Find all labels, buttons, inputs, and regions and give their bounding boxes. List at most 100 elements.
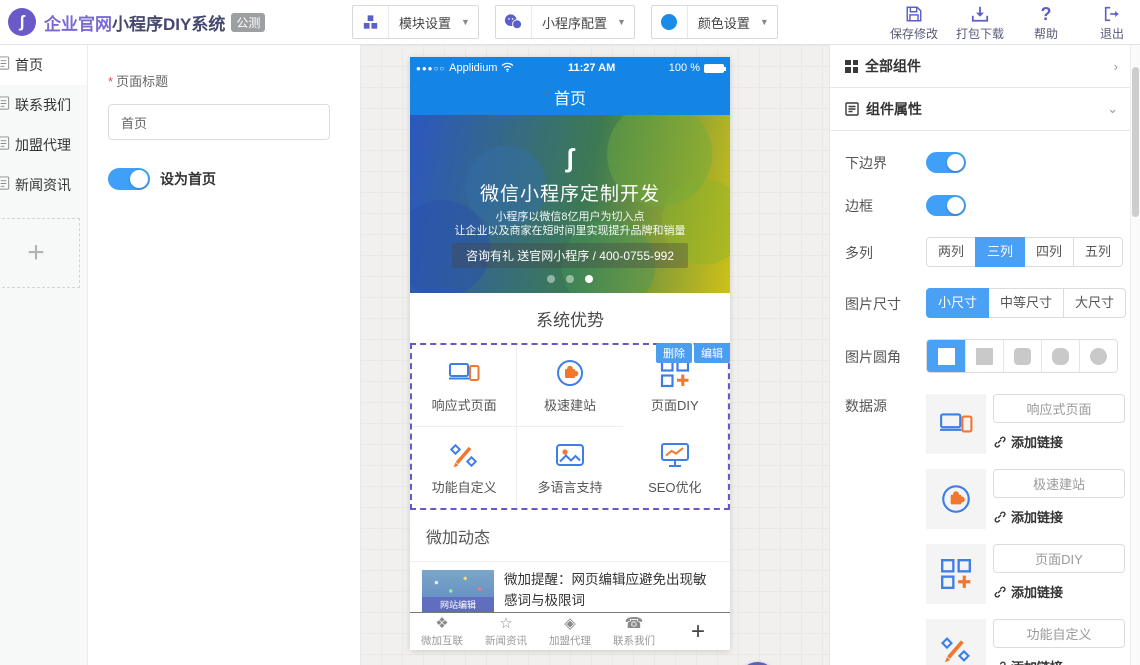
help-button[interactable]: ? 帮助: [1020, 3, 1072, 42]
radius-option-3[interactable]: [1041, 340, 1079, 372]
news-thumbnail: 网站编辑: [422, 570, 494, 612]
tab-label: 微加互联: [421, 633, 463, 648]
datasource-title-input[interactable]: [993, 394, 1125, 423]
exit-icon: [1103, 3, 1121, 23]
plus-icon: +: [691, 624, 705, 640]
feature-cell-seo[interactable]: SEO优化: [623, 427, 728, 509]
tab-contact[interactable]: ☎ 联系我们: [602, 613, 666, 650]
set-homepage-toggle[interactable]: [108, 168, 150, 190]
sidebar-item-contact[interactable]: 联系我们: [0, 85, 87, 125]
radius-option-circle[interactable]: [1079, 340, 1117, 372]
border-toggle[interactable]: [926, 195, 966, 216]
save-label: 保存修改: [890, 25, 938, 42]
app-logo-icon: ʃ: [8, 8, 36, 36]
scrollbar-thumb[interactable]: [1132, 67, 1139, 217]
sidebar-item-news[interactable]: 新闻资讯: [0, 165, 87, 205]
news-item-title: 微加提醒：网页编辑应避免出现敏感词与极限词: [504, 570, 718, 612]
add-page-button[interactable]: +: [0, 218, 80, 288]
carrier-label: Applidium: [449, 62, 497, 74]
feature-cell-custom[interactable]: 功能自定义: [412, 427, 517, 509]
size-option-large[interactable]: 大尺寸: [1063, 288, 1126, 318]
component-props-header[interactable]: 组件属性 ⌄: [830, 88, 1130, 131]
color-settings-dropdown[interactable]: 颜色设置 ▼: [651, 5, 778, 39]
radius-option-2[interactable]: [1003, 340, 1041, 372]
app-title-accent: 企业官网: [44, 15, 112, 34]
delete-component-button[interactable]: 删除: [656, 343, 692, 363]
feature-grid-component-selected[interactable]: 删除 编辑 响应式页面 极速建站 页面DIY: [410, 343, 730, 510]
feature-cell-speed[interactable]: 极速建站: [517, 345, 622, 427]
datasource-list: 添加链接 添加链: [926, 394, 1125, 665]
phone-tab-bar: ❖ 微加互联 ☆ 新闻资讯 ◈ 加盟代理 ☎ 联系我们: [410, 612, 730, 650]
columns-option-5[interactable]: 五列: [1073, 237, 1123, 267]
responsive-page-icon: [926, 394, 986, 454]
border-label: 边框: [845, 194, 926, 216]
download-button[interactable]: 打包下载: [954, 3, 1006, 42]
carousel-dot[interactable]: [547, 275, 555, 283]
phone-nav-bar: 首页: [410, 79, 730, 115]
size-option-small-selected[interactable]: 小尺寸: [926, 288, 989, 318]
feature-cell-multilang[interactable]: 多语言支持: [517, 427, 622, 509]
phone-nav-title: 首页: [554, 85, 586, 109]
banner-slide[interactable]: ʃ 微信小程序定制开发 小程序以微信8亿用户为切入点 让企业以及商家在短时间里实…: [410, 115, 730, 293]
add-link-button[interactable]: 添加链接: [993, 507, 1125, 526]
tab-add-button[interactable]: +: [666, 613, 730, 650]
datasource-title-input[interactable]: [993, 619, 1125, 648]
columns-option-2[interactable]: 两列: [926, 237, 976, 267]
app-title: 企业官网小程序DIY系统: [44, 10, 225, 35]
panel-scrollbar[interactable]: [1130, 45, 1140, 665]
carousel-dot-active[interactable]: [585, 275, 593, 283]
datasource-title-input[interactable]: [993, 469, 1125, 498]
app-title-rest: 小程序DIY系统: [112, 15, 225, 34]
top-header: ʃ 企业官网小程序DIY系统 公测 模块设置 ▼ 小程序配置 ▼: [0, 0, 1140, 45]
set-homepage-label: 设为首页: [160, 169, 216, 189]
datasource-item-custom: 添加链接: [926, 619, 1125, 665]
fast-build-icon: [554, 357, 586, 389]
columns-option-4[interactable]: 四列: [1024, 237, 1074, 267]
datasource-item-speed: 添加链接: [926, 469, 1125, 529]
feature-label: 功能自定义: [432, 477, 497, 496]
image-radius-label: 图片圆角: [845, 345, 926, 367]
status-time: 11:27 AM: [514, 62, 668, 74]
tab-news[interactable]: ☆ 新闻资讯: [474, 613, 538, 650]
bottom-border-toggle[interactable]: [926, 152, 966, 173]
save-icon: [905, 3, 923, 23]
main-area: 首页 联系我们 加盟代理 新闻资讯 +: [0, 45, 1140, 665]
add-link-button[interactable]: 添加链接: [993, 582, 1125, 601]
news-list-item[interactable]: 网站编辑 微加提醒：网页编辑应避免出现敏感词与极限词: [410, 562, 730, 612]
link-icon: [993, 660, 1006, 665]
link-icon: [993, 435, 1006, 448]
radius-option-1[interactable]: [965, 340, 1003, 372]
props-list-icon: [845, 102, 859, 116]
page-doc-icon: [0, 55, 12, 76]
miniprogram-config-dropdown[interactable]: 小程序配置 ▼: [495, 5, 635, 39]
radius-option-0-selected[interactable]: [927, 340, 965, 372]
columns-option-3-selected[interactable]: 三列: [975, 237, 1025, 267]
exit-label: 退出: [1100, 25, 1124, 42]
caret-down-icon: ▼: [760, 17, 769, 27]
phone-status-bar: ●●●○○ Applidium 11:27 AM 100 %: [410, 57, 730, 79]
modules-cubes-icon: [353, 6, 389, 38]
module-settings-dropdown[interactable]: 模块设置 ▼: [352, 5, 479, 39]
page-settings-panel: *页面标题 设为首页: [88, 45, 360, 665]
page-title-label: *页面标题: [108, 71, 340, 90]
tab-agency[interactable]: ◈ 加盟代理: [538, 613, 602, 650]
add-link-button[interactable]: 添加链接: [993, 432, 1125, 451]
add-link-button[interactable]: 添加链接: [993, 657, 1125, 665]
edit-component-button[interactable]: 编辑: [694, 343, 730, 363]
sidebar-item-agency[interactable]: 加盟代理: [0, 125, 87, 165]
carousel-dot[interactable]: [566, 275, 574, 283]
image-size-label: 图片尺寸: [845, 292, 926, 314]
feature-cell-responsive[interactable]: 响应式页面: [412, 345, 517, 427]
tab-label: 新闻资讯: [485, 633, 527, 648]
multi-language-icon: [554, 439, 586, 471]
sidebar-item-home[interactable]: 首页: [0, 45, 87, 85]
bottom-border-row: 下边界: [845, 151, 1130, 173]
wechat-icon: [496, 6, 532, 38]
tab-weijia[interactable]: ❖ 微加互联: [410, 613, 474, 650]
exit-button[interactable]: 退出: [1086, 3, 1138, 42]
save-button[interactable]: 保存修改: [888, 3, 940, 42]
datasource-title-input[interactable]: [993, 544, 1125, 573]
all-components-header[interactable]: 全部组件 ›: [830, 45, 1130, 88]
size-option-medium[interactable]: 中等尺寸: [988, 288, 1064, 318]
page-title-input[interactable]: [108, 104, 330, 140]
